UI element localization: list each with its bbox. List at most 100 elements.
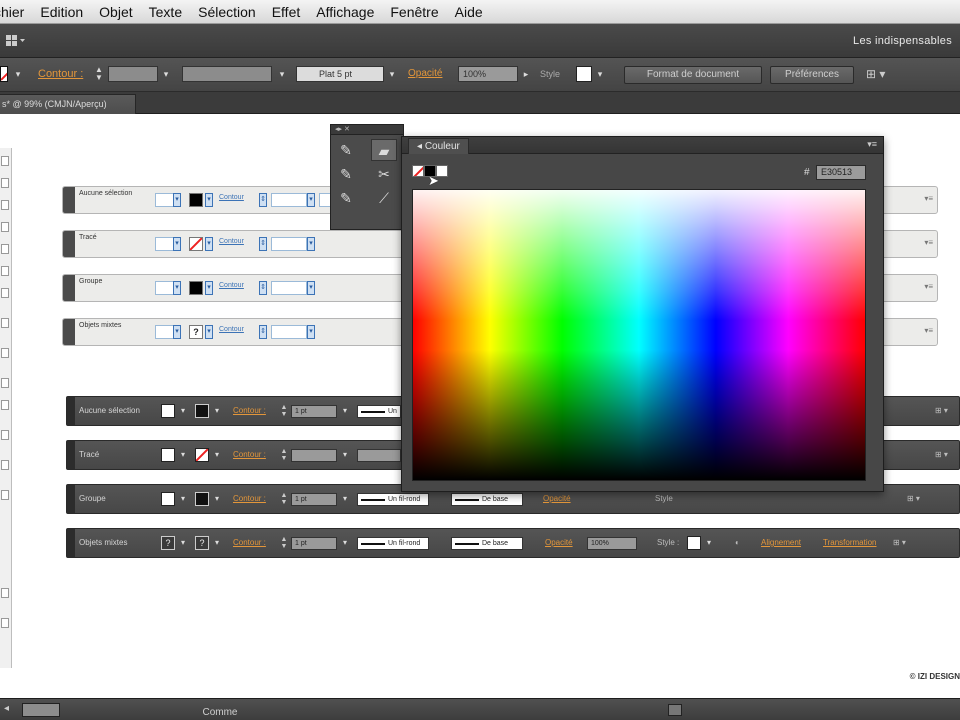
tool-button[interactable] <box>1 400 9 410</box>
panel-label: Groupe <box>79 278 103 285</box>
dropdown-icon: ▾ <box>342 538 347 547</box>
tool-button[interactable] <box>1 244 9 254</box>
preferences-button[interactable]: Préférences <box>770 66 854 84</box>
weight-field <box>271 237 307 251</box>
brush-definition-dropdown[interactable]: ▾ <box>386 66 398 82</box>
document-tab[interactable]: s* @ 99% (CMJN/Aperçu) <box>0 94 136 114</box>
dropdown-icon: ▾ <box>706 538 711 547</box>
menu-aide[interactable]: Aide <box>447 0 491 24</box>
contour-link: Contour : <box>233 538 266 547</box>
color-panel-titlebar[interactable]: ◂ Couleur ▾≡ <box>402 137 883 154</box>
stroke-profile-field: Un fil-rond <box>357 493 429 506</box>
mixed-stroke-icon: ? <box>195 536 209 550</box>
tool-button[interactable] <box>1 178 9 188</box>
stroke-weight-field[interactable] <box>108 66 158 82</box>
stepper-icon: ⇕ <box>259 325 267 339</box>
recolor-icon: ◐ <box>735 538 740 547</box>
tool-button[interactable] <box>1 222 9 232</box>
tool-button[interactable] <box>1 618 9 628</box>
style-label: Style <box>540 69 561 79</box>
weight-field <box>271 193 307 207</box>
none-swatch[interactable] <box>412 165 424 177</box>
menu-selection[interactable]: Sélection <box>190 0 264 24</box>
panel-label: Aucune sélection <box>79 190 133 197</box>
menu-fichier[interactable]: chier <box>0 0 32 24</box>
brush-definition-field[interactable]: Plat 5 pt <box>296 66 384 82</box>
stepper-icon: ⇕ <box>259 237 267 251</box>
document-tab-bar: s* @ 99% (CMJN/Aperçu) <box>0 92 960 114</box>
tool-button[interactable] <box>1 266 9 276</box>
zoom-field[interactable] <box>22 703 60 717</box>
menu-texte[interactable]: Texte <box>141 0 190 24</box>
tool-button[interactable] <box>1 378 9 388</box>
weight-field <box>291 449 337 462</box>
menu-fenetre[interactable]: Fenêtre <box>382 0 446 24</box>
panel-header[interactable]: ◂▸ ✕ <box>331 125 403 135</box>
opacity-label[interactable]: Opacité <box>408 68 442 79</box>
dropdown-icon: ▾ <box>214 538 219 547</box>
menu-affichage[interactable]: Affichage <box>308 0 382 24</box>
zoom-arrow-icon[interactable]: ◂ <box>4 703 9 714</box>
dropdown-icon: ▾ <box>307 325 315 339</box>
dropdown-icon: ▾ <box>205 281 213 295</box>
style-dropdown[interactable]: ▾ <box>594 66 606 82</box>
contour-link: Contour : <box>233 406 266 415</box>
arrange-documents-icon[interactable] <box>6 34 26 48</box>
variable-width-dropdown[interactable]: ▾ <box>276 66 288 82</box>
panel-menu-icon: ▾≡ <box>924 282 933 291</box>
panel-menu-icon[interactable]: ⊞ ▾ <box>866 67 885 81</box>
tool-button[interactable] <box>1 348 9 358</box>
stroke-weight-stepper[interactable]: ▲ ▼ <box>94 66 104 82</box>
panel-grip <box>63 231 75 257</box>
smooth-tool-icon[interactable]: ✎ <box>333 163 359 185</box>
workspace-switcher[interactable]: Les indispensables <box>853 24 952 58</box>
fill-swatch[interactable] <box>0 66 8 82</box>
dropdown-icon: ▾ <box>180 406 185 415</box>
contour-link: Contour : <box>233 450 266 459</box>
tool-button[interactable] <box>1 288 9 298</box>
opacity-dropdown[interactable]: ▸ <box>520 66 532 82</box>
tool-button[interactable] <box>1 156 9 166</box>
brush-tools-panel: ◂▸ ✕ ✎ ✎ ✎ ▰ ✂ ⟋ <box>330 124 404 230</box>
scissors-tool-icon[interactable]: ✂ <box>371 163 397 185</box>
color-panel: ◂ Couleur ▾≡ ➤ # E30513 <box>401 136 884 492</box>
style-swatch[interactable] <box>576 66 592 82</box>
stroke-weight-dropdown[interactable]: ▾ <box>160 66 172 82</box>
panel-grip <box>67 441 75 469</box>
tool-button[interactable] <box>1 318 9 328</box>
dropdown-icon: ▾ <box>307 193 315 207</box>
tool-button[interactable] <box>1 200 9 210</box>
weight-field: 1 pt <box>291 493 337 506</box>
blob-brush-tool-icon[interactable]: ✎ <box>333 187 359 209</box>
dropdown-icon: ▾ <box>205 325 213 339</box>
stroke-swatch-none <box>195 448 209 462</box>
eraser-tool-icon[interactable]: ▰ <box>371 139 397 161</box>
tool-button[interactable] <box>1 588 9 598</box>
document-format-button[interactable]: Format de document <box>624 66 762 84</box>
fill-swatch-black <box>189 281 203 295</box>
hex-value-field[interactable]: E30513 <box>816 165 866 180</box>
color-panel-title: Couleur <box>424 141 460 152</box>
stroke-profile-field: Un <box>357 405 401 418</box>
variable-width-field[interactable] <box>182 66 272 82</box>
status-text[interactable]: Comme <box>150 699 290 720</box>
opacity-field[interactable]: 100% <box>458 66 518 82</box>
panel-label: Groupe <box>79 494 106 503</box>
panel-menu-icon: ⊞ ▾ <box>935 406 948 415</box>
color-spectrum[interactable] <box>412 189 866 481</box>
horizontal-scroll-thumb[interactable] <box>668 704 682 716</box>
pencil-tool-icon[interactable]: ✎ <box>333 139 359 161</box>
panel-menu-icon[interactable]: ▾≡ <box>867 139 877 150</box>
fill-dropdown[interactable]: ▾ <box>12 66 24 82</box>
knife-tool-icon[interactable]: ⟋ <box>371 187 397 209</box>
tool-button[interactable] <box>1 430 9 440</box>
tool-button[interactable] <box>1 490 9 500</box>
tool-button[interactable] <box>1 460 9 470</box>
color-panel-tab[interactable]: ◂ Couleur <box>408 138 469 154</box>
menu-objet[interactable]: Objet <box>91 0 140 24</box>
contour-label[interactable]: Contour : <box>38 68 83 80</box>
menu-effet[interactable]: Effet <box>264 0 309 24</box>
menu-edition[interactable]: Edition <box>32 0 91 24</box>
dropdown-icon: ▾ <box>205 193 213 207</box>
panel-label: Objets mixtes <box>79 322 122 329</box>
